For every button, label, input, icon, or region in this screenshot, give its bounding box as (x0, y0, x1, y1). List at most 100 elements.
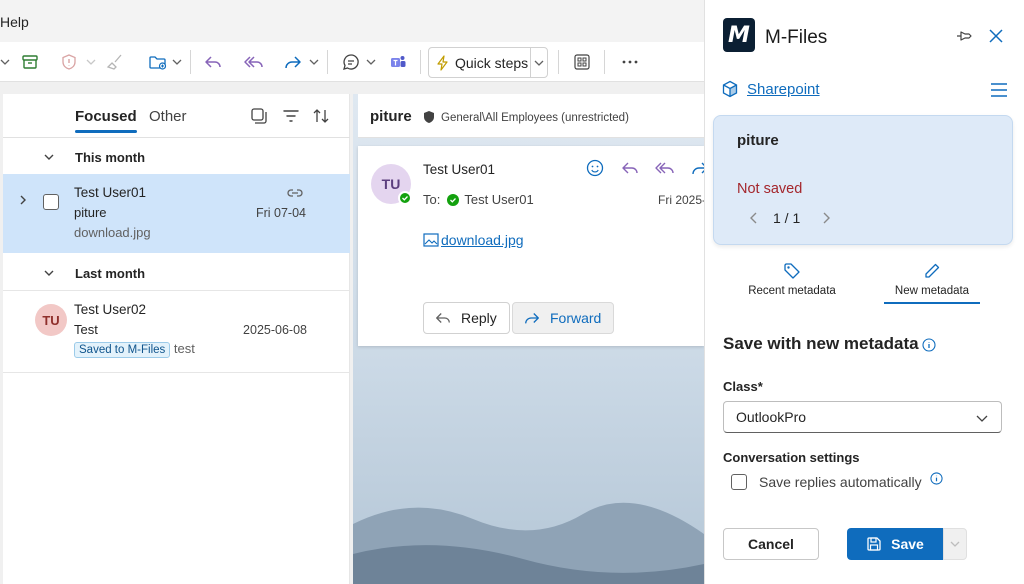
sensitivity-label[interactable]: General\All Employees (unrestricted) (441, 112, 629, 124)
reply-icon[interactable] (201, 48, 225, 76)
emoji-react-icon[interactable] (585, 158, 607, 180)
sender-name: Test User02 (74, 302, 147, 317)
reply-icon (436, 313, 450, 323)
pin-icon[interactable] (955, 27, 975, 45)
received-date: 2025-06-08 (243, 323, 307, 337)
forward-button[interactable]: Forward (512, 302, 615, 334)
reply-icon[interactable] (620, 158, 642, 180)
save-status: Not saved (737, 181, 803, 197)
save-label: Save (891, 536, 924, 552)
quick-steps-button[interactable]: Quick steps (428, 47, 548, 78)
preview: download.jpg (74, 225, 151, 240)
chevron-down-icon[interactable] (309, 52, 319, 72)
chevron-left-icon[interactable] (748, 211, 762, 225)
hamburger-menu-icon[interactable] (990, 82, 1008, 98)
item-name: piture (737, 132, 779, 149)
conversation-settings-label: Conversation settings (723, 450, 860, 465)
cancel-button[interactable]: Cancel (723, 528, 819, 560)
forward-icon (525, 313, 539, 324)
list-item[interactable]: TU Test User02 Test 2025-06-08 Saved to … (3, 291, 350, 371)
class-dropdown[interactable]: OutlookPro (723, 401, 1002, 433)
chat-icon[interactable] (339, 48, 363, 76)
save-replies-checkbox[interactable] (731, 474, 747, 490)
chevron-down-icon[interactable] (86, 52, 96, 72)
save-replies-label: Save replies automatically (759, 474, 922, 490)
select-checkbox[interactable] (43, 194, 59, 210)
reply-button[interactable]: Reply (423, 302, 510, 334)
sensitivity-shield-icon (422, 110, 436, 124)
tab-new-metadata[interactable]: New metadata (857, 262, 1007, 304)
message-card: TU Test User01 To: Test User01 Fri 2025-… (358, 146, 704, 346)
info-icon[interactable] (930, 471, 943, 485)
vault-name[interactable]: Sharepoint (747, 81, 820, 98)
forward-icon[interactable] (690, 158, 704, 180)
toolbar-divider (420, 50, 421, 74)
tab-recent-metadata[interactable]: Recent metadata (717, 262, 867, 304)
attachment-link[interactable]: download.jpg (441, 232, 524, 248)
preview-row: Saved to M-Files test (74, 341, 195, 358)
more-options-icon[interactable] (619, 48, 641, 76)
presence-available-icon (398, 191, 412, 205)
filter-icon[interactable] (281, 106, 301, 126)
quick-steps-label: Quick steps (455, 54, 529, 71)
group-header-last-month[interactable]: Last month (3, 256, 350, 290)
received-date: Fri 07-04 (255, 206, 306, 220)
menu-bar: Help (0, 0, 704, 44)
chevron-down-icon[interactable] (366, 52, 376, 72)
tab-focused[interactable]: Focused (75, 108, 137, 133)
sweep-broom-icon[interactable] (105, 48, 127, 76)
tab-other[interactable]: Other (149, 108, 187, 125)
reading-subject-bar: piture General\All Employees (unrestrict… (358, 94, 704, 138)
chevron-right-icon[interactable] (17, 194, 29, 208)
class-label: Class* (723, 379, 763, 394)
chevron-down-icon (975, 411, 989, 425)
chevron-down-icon (950, 541, 960, 547)
vault-selector[interactable]: Sharepoint (721, 80, 820, 98)
divider (3, 372, 350, 373)
apps-grid-icon[interactable] (571, 48, 593, 76)
save-disk-icon (867, 537, 881, 551)
saved-to-mfiles-badge: Saved to M-Files (74, 342, 171, 358)
report-shield-icon[interactable] (58, 48, 80, 76)
sort-icon[interactable] (311, 106, 331, 126)
save-replies-option[interactable]: Save replies automatically (731, 471, 943, 490)
subject: Test (74, 322, 98, 337)
recipient-row: To: Test User01 (423, 192, 534, 207)
reply-all-icon[interactable] (241, 48, 267, 76)
chevron-down-icon (43, 150, 61, 164)
tab-label: New metadata (894, 285, 970, 297)
recipient-name[interactable]: Test User01 (464, 192, 533, 207)
move-to-folder-icon[interactable] (146, 48, 170, 76)
save-button[interactable]: Save (847, 528, 943, 560)
reply-all-icon[interactable] (655, 158, 677, 180)
tab-label: Recent metadata (748, 285, 836, 297)
ribbon-toolbar: Quick steps (0, 42, 704, 82)
inbox-tabs: Focused Other (3, 94, 350, 138)
reply-label: Reply (461, 310, 497, 326)
active-tab-indicator (884, 302, 980, 304)
chevron-right-icon[interactable] (820, 211, 834, 225)
mfiles-panel: M M-Files Sharepoint piture Not saved 1 … (704, 0, 1024, 584)
sender-name[interactable]: Test User01 (423, 162, 495, 177)
select-mode-icon[interactable] (249, 106, 269, 126)
chevron-down-icon[interactable] (0, 52, 10, 72)
mfiles-logo: M (723, 18, 755, 52)
archive-icon[interactable] (19, 48, 41, 76)
avatar: TU (35, 304, 67, 336)
close-icon[interactable] (987, 27, 1005, 45)
save-options-dropdown[interactable] (943, 528, 967, 560)
toolbar-divider (558, 50, 559, 74)
group-header-this-month[interactable]: This month (3, 140, 350, 174)
forward-icon[interactable] (281, 48, 305, 76)
quick-steps-dropdown[interactable] (530, 48, 547, 77)
attachment[interactable]: download.jpg (423, 232, 524, 248)
list-item[interactable]: Test User01 piture download.jpg Fri 07-0… (3, 174, 350, 253)
teams-icon[interactable] (386, 48, 410, 76)
info-icon[interactable] (922, 337, 936, 352)
lightning-icon (429, 54, 453, 71)
chevron-down-icon[interactable] (172, 52, 182, 72)
link-icon (286, 184, 304, 202)
sent-date: Fri 2025- (658, 193, 704, 207)
menu-help[interactable]: Help (0, 14, 29, 30)
image-file-icon (423, 233, 439, 247)
